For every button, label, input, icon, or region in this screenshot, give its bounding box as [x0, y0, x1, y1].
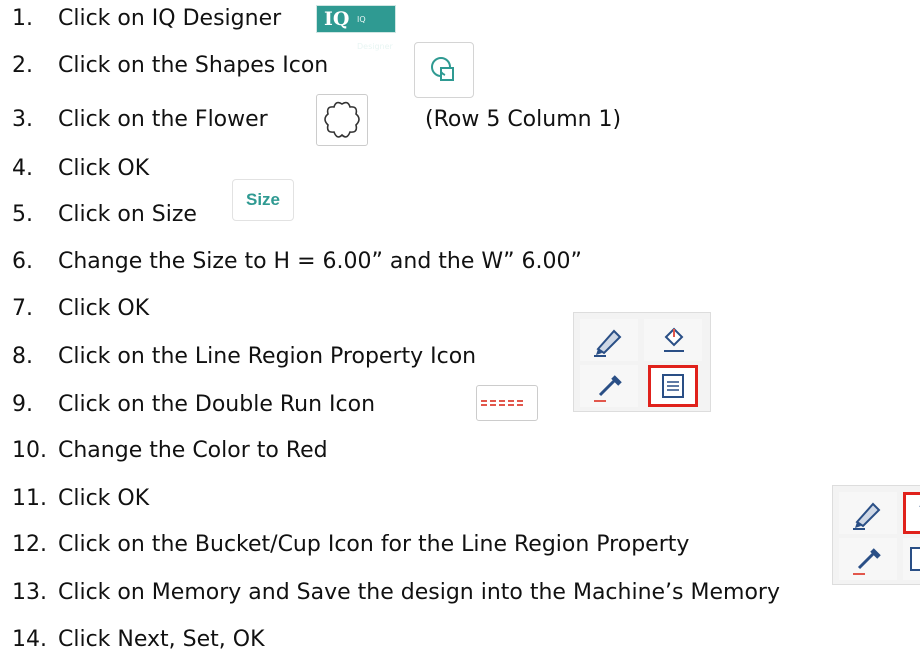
region-property-panel: [573, 312, 711, 412]
step-number: 3.: [12, 107, 33, 132]
step-number: 11.: [12, 486, 47, 511]
step-text: Click on Memory and Save the design into…: [58, 580, 780, 605]
step-text: Click OK: [58, 156, 150, 181]
pen-icon: [853, 502, 881, 530]
step-text: Click on the Double Run Icon: [58, 392, 376, 417]
step-number: 5.: [12, 202, 33, 227]
eyedropper-cell[interactable]: [580, 365, 638, 407]
line-region-property-icon: [910, 547, 920, 571]
size-button[interactable]: Size: [232, 179, 294, 221]
iq-logo: IQ: [324, 8, 350, 30]
flower-position-note: (Row 5 Column 1): [425, 107, 622, 132]
step-number: 8.: [12, 344, 33, 369]
bucket-icon: [919, 505, 920, 507]
step-text: Click on the Shapes Icon: [58, 53, 329, 78]
step-number: 2.: [12, 53, 33, 78]
step-text: Click on the Flower: [58, 107, 268, 132]
step-number: 6.: [12, 249, 33, 274]
step-text: Change the Size to H = 6.00” and the W” …: [58, 249, 582, 274]
step-number: 13.: [12, 580, 47, 605]
double-run-button[interactable]: [476, 385, 538, 421]
pen-cell[interactable]: [580, 319, 638, 361]
step-number: 7.: [12, 296, 33, 321]
iq-designer-label: IQ Designer: [357, 15, 393, 51]
shapes-button[interactable]: [414, 42, 474, 98]
step-number: 10.: [12, 438, 47, 463]
eyedropper-icon: [853, 548, 881, 575]
bucket-cell[interactable]: [644, 319, 702, 361]
iq-designer-button[interactable]: IQ IQ Designer: [316, 5, 396, 51]
bucket-button-highlighted[interactable]: [903, 492, 920, 534]
size-label: Size: [245, 190, 281, 209]
eyedropper-cell[interactable]: [839, 538, 897, 580]
step-number: 14.: [12, 627, 47, 652]
pen-icon: [594, 329, 622, 357]
flower-shape-button[interactable]: [316, 94, 368, 146]
step-text: Click on IQ Designer: [58, 6, 282, 31]
step-text: Click Next, Set, OK: [58, 627, 265, 652]
shapes-icon: [431, 57, 454, 81]
flower-icon: [324, 101, 360, 138]
pen-cell[interactable]: [839, 492, 897, 534]
step-text: Click on the Bucket/Cup Icon for the Lin…: [58, 532, 690, 557]
step-text: Change the Color to Red: [58, 438, 328, 463]
line-region-property-icon: [662, 374, 684, 398]
line-region-cell[interactable]: [903, 538, 920, 580]
eyedropper-icon: [594, 375, 622, 402]
step-text: Click OK: [58, 296, 150, 321]
step-text: Click OK: [58, 486, 150, 511]
step-number: 1.: [12, 6, 33, 31]
step-number: 9.: [12, 392, 33, 417]
line-region-property-button[interactable]: [648, 365, 698, 407]
step-number: 4.: [12, 156, 33, 181]
step-number: 12.: [12, 532, 47, 557]
step-text: Click on the Line Region Property Icon: [58, 344, 477, 369]
bucket-icon: [664, 327, 684, 352]
double-run-stitch-icon: [481, 400, 523, 406]
region-property-panel-2: [832, 485, 920, 585]
step-text: Click on Size: [58, 202, 197, 227]
